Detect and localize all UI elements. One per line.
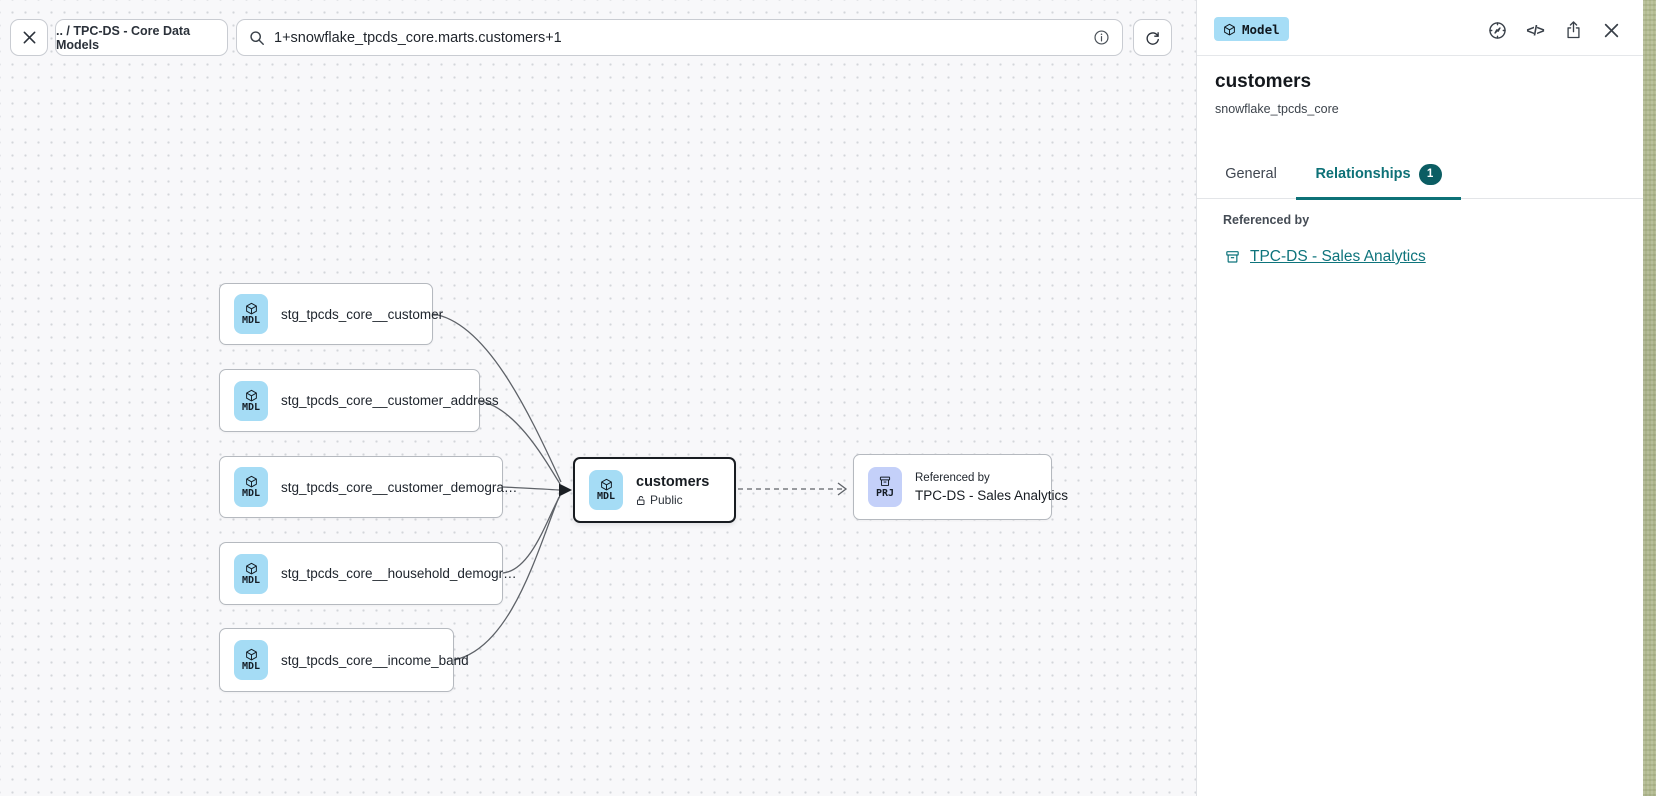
tab-general[interactable]: General	[1213, 150, 1289, 198]
details-panel: Model </> customers snowflake_tpcds_core…	[1196, 0, 1643, 796]
graph-node-referenced-project[interactable]: PRJ Referenced by TPC-DS - Sales Analyti…	[853, 454, 1052, 520]
graph-node-stg-customer-demographics[interactable]: MDL stg_tpcds_core__customer_demogra…	[219, 456, 503, 518]
desktop-background-strip	[1643, 0, 1656, 796]
node-label: stg_tpcds_core__income_band	[281, 653, 469, 668]
model-cube-icon: MDL	[589, 470, 623, 510]
graph-node-stg-household-demographics[interactable]: MDL stg_tpcds_core__household_demogr…	[219, 542, 503, 605]
close-lineage-button[interactable]	[10, 19, 48, 56]
lock-open-icon	[636, 495, 646, 506]
model-cube-icon: MDL	[234, 381, 268, 421]
graph-node-stg-income-band[interactable]: MDL stg_tpcds_core__income_band	[219, 628, 454, 692]
node-eyebrow: Referenced by	[915, 471, 1068, 486]
share-icon[interactable]	[1561, 18, 1585, 42]
resource-type-badge: Model	[1214, 17, 1289, 41]
tab-label: Relationships	[1315, 166, 1410, 182]
page-title: customers	[1215, 71, 1311, 93]
explore-compass-icon[interactable]	[1485, 18, 1509, 42]
project-archive-icon: PRJ	[868, 467, 902, 507]
active-tab-underline	[1296, 197, 1461, 200]
node-access-label: Public	[650, 493, 683, 507]
node-type-label: MDL	[242, 576, 260, 586]
model-cube-icon: MDL	[234, 467, 268, 507]
search-input[interactable]	[274, 30, 1084, 46]
details-panel-header: Model </>	[1197, 0, 1643, 56]
graph-node-stg-customer[interactable]: MDL stg_tpcds_core__customer	[219, 283, 433, 345]
graph-node-customers-selected[interactable]: MDL customers Public	[573, 457, 736, 523]
model-cube-icon: MDL	[234, 294, 268, 334]
resource-type-label: Model	[1242, 22, 1280, 37]
tab-label: General	[1225, 166, 1277, 182]
model-cube-icon	[1223, 23, 1236, 36]
node-label: stg_tpcds_core__customer_demogra…	[281, 480, 517, 495]
relationships-count-badge: 1	[1419, 164, 1442, 185]
breadcrumb[interactable]: .. / TPC-DS - Core Data Models	[55, 19, 228, 56]
breadcrumb-label: .. / TPC-DS - Core Data Models	[56, 24, 227, 52]
project-link[interactable]: TPC-DS - Sales Analytics	[1250, 248, 1426, 266]
node-type-label: MDL	[242, 316, 260, 326]
info-icon[interactable]	[1093, 29, 1110, 46]
lineage-edges	[0, 0, 1196, 796]
referenced-by-label: Referenced by	[1223, 213, 1309, 227]
node-label: stg_tpcds_core__customer	[281, 307, 443, 322]
close-panel-icon[interactable]	[1599, 18, 1623, 42]
node-label: stg_tpcds_core__household_demogr…	[281, 566, 517, 581]
node-type-label: MDL	[242, 662, 260, 672]
lineage-canvas[interactable]: MDL stg_tpcds_core__customer MDL stg_tpc…	[0, 0, 1196, 796]
node-type-label: MDL	[242, 489, 260, 499]
close-icon	[22, 30, 37, 45]
page-subtitle: snowflake_tpcds_core	[1215, 102, 1339, 116]
node-type-label: PRJ	[876, 489, 894, 499]
graph-node-stg-customer-address[interactable]: MDL stg_tpcds_core__customer_address	[219, 369, 480, 432]
node-type-label: MDL	[597, 492, 615, 502]
model-cube-icon: MDL	[234, 640, 268, 680]
tab-relationships[interactable]: Relationships 1	[1296, 150, 1461, 198]
details-tabs: General Relationships 1	[1197, 150, 1643, 199]
node-title: TPC-DS - Sales Analytics	[915, 488, 1068, 503]
refresh-lineage-button[interactable]	[1133, 19, 1172, 56]
project-archive-icon	[1224, 249, 1241, 265]
model-cube-icon: MDL	[234, 554, 268, 594]
node-label: stg_tpcds_core__customer_address	[281, 393, 499, 408]
refresh-icon	[1144, 29, 1161, 46]
code-icon[interactable]: </>	[1523, 18, 1547, 42]
referenced-by-item: TPC-DS - Sales Analytics	[1224, 248, 1426, 266]
lineage-search	[236, 19, 1123, 56]
node-title: customers	[636, 473, 709, 491]
search-icon	[249, 30, 265, 46]
node-type-label: MDL	[242, 403, 260, 413]
